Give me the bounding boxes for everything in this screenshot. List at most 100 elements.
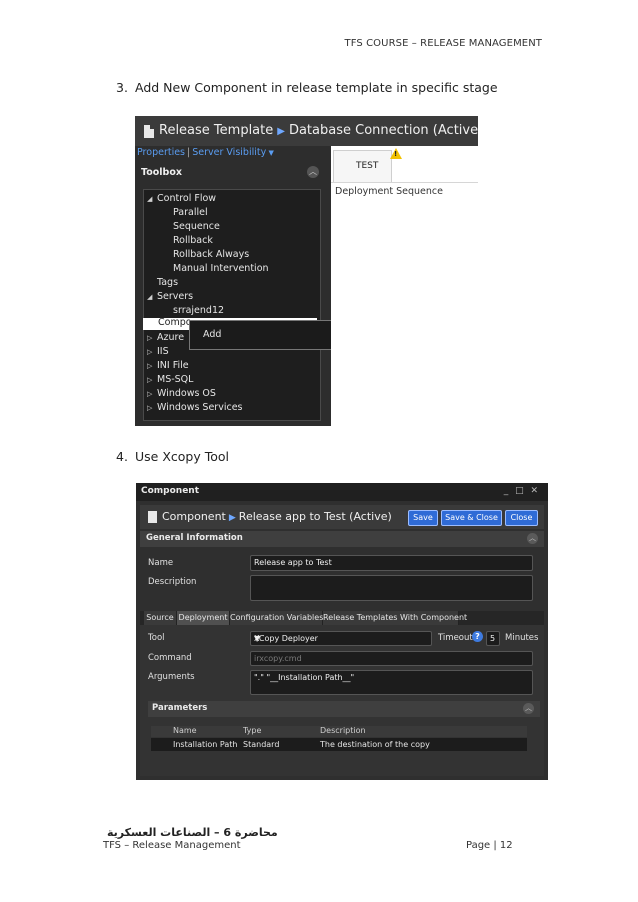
tree-item-server[interactable]: srrajend12 xyxy=(173,305,224,316)
tree-item-manual-intervention[interactable]: Manual Intervention xyxy=(173,263,269,274)
tree-item-sequence[interactable]: Sequence xyxy=(173,221,220,232)
help-icon[interactable]: ? xyxy=(472,631,483,642)
timeout-label: Timeout xyxy=(438,633,473,643)
tree-item-ms-sql[interactable]: ▷ MS-SQL xyxy=(147,374,193,385)
window-title: Component xyxy=(141,486,200,496)
tree-label: Windows OS xyxy=(157,388,216,399)
tree-label: Windows Services xyxy=(157,402,243,413)
document-icon xyxy=(144,125,154,138)
name-field[interactable]: Release app to Test xyxy=(250,555,533,571)
tree-item-windows-os[interactable]: ▷ Windows OS xyxy=(147,388,216,399)
step-3: 3. Add New Component in release template … xyxy=(116,80,498,95)
parameters-header: Parameters ︿ xyxy=(148,701,540,717)
tab-bar: Source Deployment Configuration Variable… xyxy=(140,611,544,625)
tree-item-parallel[interactable]: Parallel xyxy=(173,207,208,218)
arguments-value: "." "__Installation Path__" xyxy=(254,673,355,682)
collapsed-triangle-icon: ▷ xyxy=(147,362,153,370)
collapse-toolbox-icon[interactable]: ︿ xyxy=(307,166,319,178)
tree-item-rollback[interactable]: Rollback xyxy=(173,235,213,246)
timeout-field[interactable]: 5 xyxy=(486,631,500,646)
tab-deployment[interactable]: Deployment xyxy=(177,611,230,625)
release-template-screenshot: Release Template ▶ Database Connection (Ac… xyxy=(135,116,478,426)
running-header: TFS COURSE – RELEASE MANAGEMENT xyxy=(344,38,542,49)
command-label: Command xyxy=(148,653,192,663)
context-menu: Add xyxy=(189,320,342,350)
close-button[interactable]: Close xyxy=(505,510,538,526)
tree-item-iis[interactable]: ▷ IIS xyxy=(147,346,169,357)
tab-release-templates[interactable]: Release Templates With Component xyxy=(323,611,467,625)
server-visibility-link[interactable]: Server Visibility xyxy=(192,147,266,158)
toolbox-heading: Toolbox xyxy=(141,167,182,178)
stage-canvas: TEST ! Deployment Sequence xyxy=(331,146,478,426)
collapsed-triangle-icon: ▷ xyxy=(147,390,153,398)
divider xyxy=(331,182,478,183)
template-title: Release Template ▶ Database Connection (Ac… xyxy=(159,123,478,138)
tree-item-control-flow[interactable]: ◢ Control Flow xyxy=(147,193,216,204)
component-title-text: Component xyxy=(162,510,226,523)
tool-label: Tool xyxy=(148,633,165,643)
grid-header-type: Type xyxy=(243,726,262,735)
footer-left: TFS – Release Management xyxy=(103,840,241,851)
command-field[interactable]: irxcopy.cmd xyxy=(250,651,533,666)
deployment-sequence-label: Deployment Sequence xyxy=(335,186,443,197)
template-subtitle: Database Connection (Active) xyxy=(288,123,478,138)
grid-cell-description: The destination of the copy xyxy=(320,740,430,749)
toolbox-tree xyxy=(143,189,321,421)
description-field[interactable] xyxy=(250,575,533,601)
tree-item-azure[interactable]: ▷ Azure xyxy=(147,332,184,343)
document-icon xyxy=(148,511,157,523)
chevron-down-icon: ▼ xyxy=(254,634,261,643)
timeout-value: 5 xyxy=(490,634,496,643)
chevron-down-icon[interactable]: ▼ xyxy=(266,149,273,157)
template-title-text: Release Template xyxy=(159,123,274,138)
step-3-number: 3. xyxy=(116,80,128,95)
collapsed-triangle-icon: ▷ xyxy=(147,348,153,356)
table-row[interactable]: Installation Path Standard The destinati… xyxy=(151,738,527,751)
window-controls[interactable]: _ □ ✕ xyxy=(504,486,540,496)
arguments-field[interactable]: "." "__Installation Path__" xyxy=(250,670,533,695)
tree-label: Control Flow xyxy=(157,193,217,204)
tree-item-servers[interactable]: ◢ Servers xyxy=(147,291,193,302)
tab-configuration-variables[interactable]: Configuration Variables xyxy=(230,611,323,625)
component-window-title-bar: Component _ □ ✕ xyxy=(136,483,548,501)
footer-arabic: محاضرة 6 – الصناعات العسكرية xyxy=(107,826,278,839)
collapsed-triangle-icon: ▷ xyxy=(147,404,153,412)
grid-header-name: Name xyxy=(173,726,197,735)
tool-select[interactable]: XCopy Deployer ▼ xyxy=(250,631,432,646)
stage-tab-test[interactable]: TEST xyxy=(333,150,392,183)
tree-item-ini-file[interactable]: ▷ INI File xyxy=(147,360,189,371)
expanded-triangle-icon: ◢ xyxy=(147,293,153,301)
general-information-header: General Information ︿ xyxy=(140,531,544,547)
grid-cell-name: Installation Path xyxy=(173,740,238,749)
tree-item-windows-services[interactable]: ▷ Windows Services xyxy=(147,402,243,413)
breadcrumb-arrow-icon: ▶ xyxy=(277,126,285,137)
stage-label: TEST xyxy=(356,161,379,171)
collapsed-triangle-icon: ▷ xyxy=(147,334,153,342)
tree-label: MS-SQL xyxy=(157,374,194,385)
link-separator: | xyxy=(187,147,191,158)
page-number: Page | 12 xyxy=(466,840,513,851)
description-label: Description xyxy=(148,577,197,587)
tab-source[interactable]: Source xyxy=(144,611,177,625)
collapse-icon[interactable]: ︿ xyxy=(527,533,538,544)
section-title: Parameters xyxy=(152,703,208,713)
tree-item-tags[interactable]: Tags xyxy=(157,277,178,288)
component-title: Component ▶ Release app to Test (Active) xyxy=(162,510,392,523)
component-screenshot: Component _ □ ✕ Component ▶ Release app to… xyxy=(136,483,548,780)
tree-item-rollback-always[interactable]: Rollback Always xyxy=(173,249,249,260)
expanded-triangle-icon: ◢ xyxy=(147,195,153,203)
collapse-icon[interactable]: ︿ xyxy=(523,703,534,714)
save-close-button[interactable]: Save & Close xyxy=(441,510,502,526)
save-button[interactable]: Save xyxy=(408,510,438,526)
minutes-label: Minutes xyxy=(505,633,539,643)
name-label: Name xyxy=(148,558,174,568)
warning-mark-icon: ! xyxy=(394,150,398,158)
tree-label: IIS xyxy=(157,346,169,357)
grid-cell-type: Standard xyxy=(243,740,280,749)
context-menu-add[interactable]: Add xyxy=(203,329,221,340)
parameters-grid-header: Name Type Description xyxy=(151,726,527,737)
properties-link[interactable]: Properties xyxy=(137,147,185,158)
component-header-bar: Component ▶ Release app to Test (Active) S… xyxy=(140,505,544,529)
section-title: General Information xyxy=(146,533,243,543)
tree-label: Azure xyxy=(157,332,185,343)
